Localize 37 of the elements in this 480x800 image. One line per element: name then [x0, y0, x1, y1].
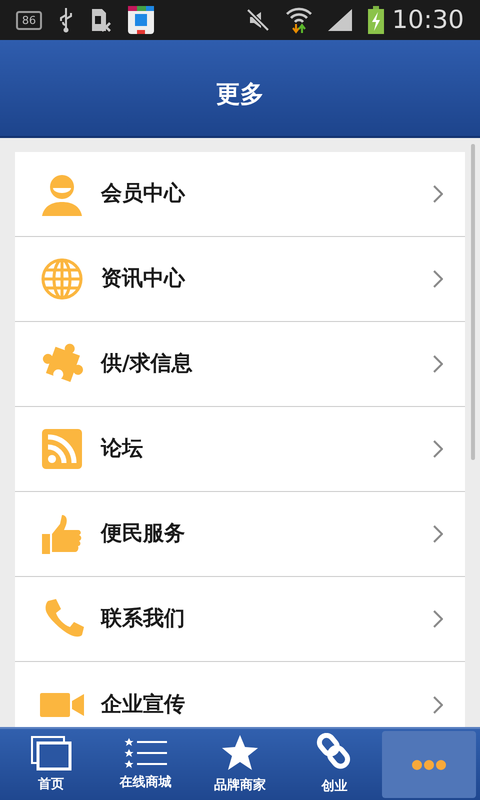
chevron-right-icon — [433, 270, 443, 288]
app-icon — [128, 6, 154, 34]
chevron-right-icon — [433, 185, 443, 203]
pages-icon — [30, 734, 72, 771]
tab[interactable]: 品牌商家 — [192, 731, 288, 798]
chevron-right-icon — [433, 440, 443, 458]
usb-icon — [58, 7, 74, 33]
globe-icon — [40, 257, 84, 301]
chevron-right-icon — [433, 696, 443, 714]
tab[interactable]: 首页 — [4, 731, 98, 798]
menu-item[interactable]: 论坛 — [15, 407, 465, 492]
menu-item[interactable]: 资讯中心 — [15, 237, 465, 322]
tab[interactable]: 在线商城 — [98, 731, 193, 798]
tab[interactable]: 创业 — [287, 731, 382, 798]
clock-text: 10:30 — [392, 4, 464, 36]
battery-icon — [368, 6, 384, 34]
tab[interactable] — [382, 731, 476, 798]
menu-item[interactable]: 供/求信息 — [15, 322, 465, 407]
mute-icon — [246, 8, 270, 32]
menu-item[interactable]: 会员中心 — [15, 152, 465, 237]
notification-badge: 86 — [16, 10, 42, 30]
signal-icon — [328, 9, 352, 31]
thumbs-up-icon — [40, 512, 84, 556]
page-title: 更多 — [216, 79, 264, 110]
chevron-right-icon — [433, 610, 443, 628]
chevron-right-icon — [433, 355, 443, 373]
menu-item[interactable]: 联系我们 — [15, 577, 465, 662]
rss-icon — [40, 427, 84, 471]
sim-icon — [90, 7, 112, 33]
menu-item[interactable]: 企业宣传 — [15, 662, 465, 727]
star-icon — [221, 734, 260, 772]
person-icon — [40, 172, 84, 216]
wifi-icon — [286, 6, 312, 34]
star-list-icon — [124, 736, 168, 769]
menu-item[interactable]: 便民服务 — [15, 492, 465, 577]
more-dots-icon — [410, 758, 447, 770]
chevron-right-icon — [433, 525, 443, 543]
